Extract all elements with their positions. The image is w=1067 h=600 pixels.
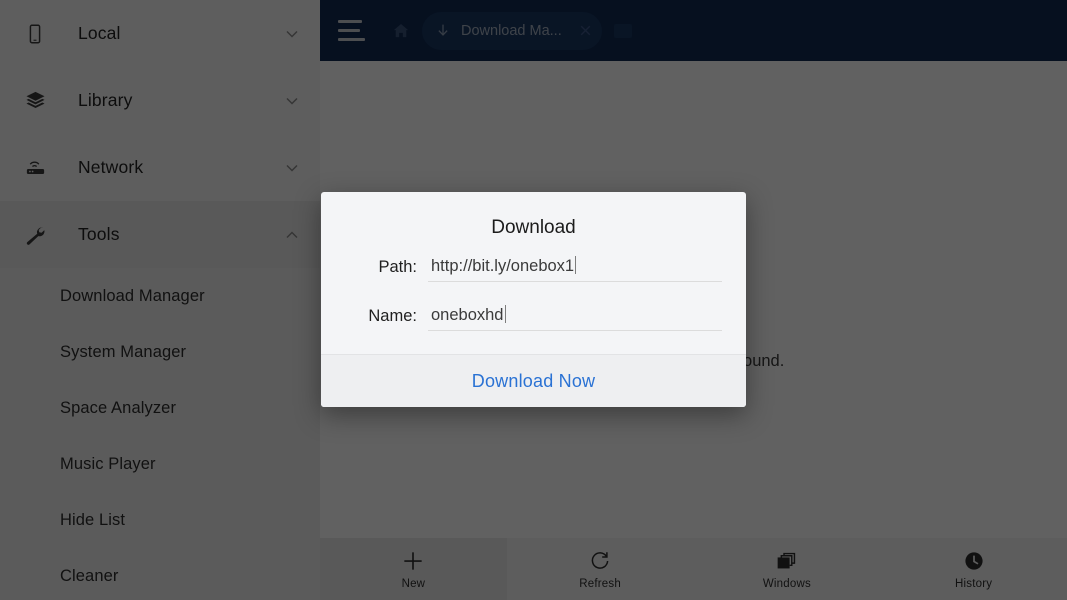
router-icon bbox=[18, 151, 52, 185]
toolbar-button-label: History bbox=[955, 578, 993, 590]
tab-download-manager[interactable]: Download Ma... bbox=[422, 11, 602, 50]
sidebar-group-label: Local bbox=[78, 23, 121, 43]
phone-icon bbox=[18, 17, 52, 51]
plus-icon bbox=[400, 548, 426, 574]
sidebar-item-label: Space Analyzer bbox=[60, 398, 177, 417]
sidebar-group-label: Tools bbox=[78, 224, 120, 244]
toolbar-button-refresh[interactable]: Refresh bbox=[507, 538, 694, 600]
toolbar-button-label: New bbox=[401, 578, 426, 590]
sidebar-item-music-player[interactable]: Music Player bbox=[0, 436, 320, 492]
download-dialog: Download Path: http://bit.ly/onebox1 Nam… bbox=[321, 192, 746, 407]
navigation-drawer: Local Library Network Tools Download Man… bbox=[0, 0, 320, 600]
name-value: oneboxhd bbox=[431, 306, 504, 324]
sidebar-item-system-manager[interactable]: System Manager bbox=[0, 324, 320, 380]
refresh-icon bbox=[588, 548, 612, 574]
chevron-down-icon[interactable] bbox=[282, 24, 302, 44]
chevron-down-icon[interactable] bbox=[282, 158, 302, 178]
sidebar-group-local[interactable]: Local bbox=[0, 0, 320, 67]
name-input[interactable]: oneboxhd bbox=[428, 305, 722, 331]
chevron-down-icon[interactable] bbox=[282, 91, 302, 111]
path-value: http://bit.ly/onebox1 bbox=[431, 257, 575, 275]
tools-submenu: Download Manager System Manager Space An… bbox=[0, 268, 320, 600]
dialog-footer: Download Now bbox=[321, 354, 746, 407]
top-app-bar: Download Ma... bbox=[320, 0, 1067, 61]
sidebar-group-label: Library bbox=[78, 90, 133, 110]
clock-icon bbox=[962, 548, 986, 574]
tab-title: Download Ma... bbox=[461, 22, 562, 39]
sidebar-group-library[interactable]: Library bbox=[0, 67, 320, 134]
sidebar-item-hide-list[interactable]: Hide List bbox=[0, 492, 320, 548]
name-label: Name: bbox=[368, 307, 417, 325]
dialog-row-path: Path: http://bit.ly/onebox1 bbox=[345, 239, 722, 282]
bottom-toolbar: New Refresh Windows History bbox=[320, 538, 1067, 600]
toolbar-button-new[interactable]: New bbox=[320, 538, 507, 600]
sidebar-item-cleaner[interactable]: Cleaner bbox=[0, 548, 320, 600]
toolbar-button-windows[interactable]: Windows bbox=[694, 538, 881, 600]
toolbar-button-label: Refresh bbox=[579, 578, 621, 590]
dialog-row-name: Name: oneboxhd bbox=[345, 282, 722, 331]
sidebar-group-network[interactable]: Network bbox=[0, 134, 320, 201]
sidebar-group-label: Network bbox=[78, 157, 144, 177]
sidebar-item-label: System Manager bbox=[60, 342, 187, 361]
text-caret bbox=[504, 305, 506, 323]
sidebar-item-label: Download Manager bbox=[60, 286, 205, 305]
toolbar-button-history[interactable]: History bbox=[880, 538, 1067, 600]
chevron-up-icon[interactable] bbox=[282, 225, 302, 245]
sidebar-item-label: Music Player bbox=[60, 454, 156, 473]
sidebar-item-label: Cleaner bbox=[60, 566, 119, 585]
sidebar-item-space-analyzer[interactable]: Space Analyzer bbox=[0, 380, 320, 436]
sidebar-group-tools[interactable]: Tools bbox=[0, 201, 320, 268]
close-icon[interactable] bbox=[576, 21, 596, 41]
dialog-title: Download bbox=[491, 217, 576, 238]
path-label: Path: bbox=[378, 258, 417, 276]
sidebar-item-label: Hide List bbox=[60, 510, 126, 529]
hamburger-icon[interactable] bbox=[336, 16, 370, 46]
download-now-button[interactable]: Download Now bbox=[472, 371, 595, 392]
layers-icon bbox=[18, 84, 52, 118]
wrench-icon bbox=[18, 218, 52, 252]
windows-stack-icon bbox=[775, 548, 798, 574]
home-icon[interactable] bbox=[390, 20, 412, 42]
toolbar-button-label: Windows bbox=[762, 578, 811, 590]
tab-indicator-icon[interactable] bbox=[613, 23, 632, 38]
app-root: Local Library Network Tools Download Man… bbox=[0, 0, 1067, 600]
text-caret bbox=[575, 256, 577, 274]
download-arrow-icon bbox=[434, 22, 452, 40]
sidebar-item-download-manager[interactable]: Download Manager bbox=[0, 268, 320, 324]
path-input[interactable]: http://bit.ly/onebox1 bbox=[428, 256, 722, 282]
